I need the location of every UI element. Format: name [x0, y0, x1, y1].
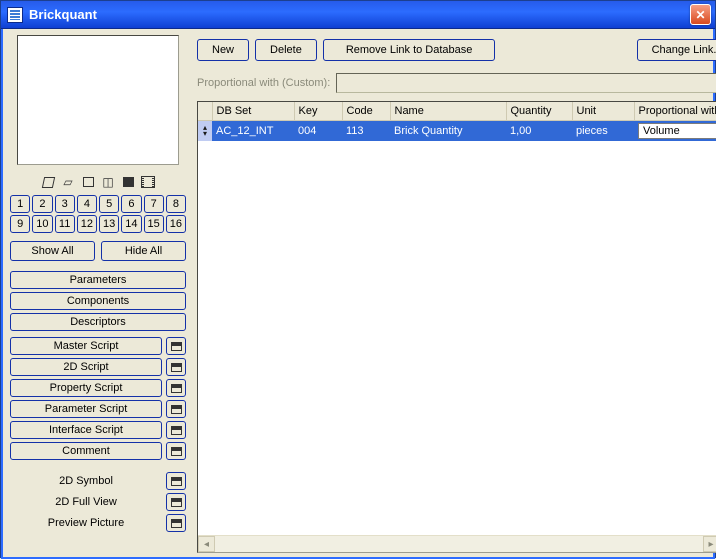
2d-script-button[interactable]: 2D Script [10, 358, 162, 376]
preview-picture-label: Preview Picture [10, 515, 162, 531]
window-icon [171, 426, 182, 435]
new-button[interactable]: New [197, 39, 249, 61]
proportional-field[interactable] [336, 73, 716, 93]
2d-script-window-button[interactable] [166, 358, 186, 376]
cell-quantity: 1,00 [506, 121, 572, 142]
2d-full-view-window-button[interactable] [166, 493, 186, 511]
preview-picture-window-button[interactable] [166, 514, 186, 532]
col-quantity[interactable]: Quantity [506, 102, 572, 121]
table-row[interactable]: ▴▾ AC_12_INT 004 113 Brick Quantity 1,00… [198, 121, 716, 142]
descriptors-button[interactable]: Descriptors [10, 313, 186, 331]
view-side-icon[interactable]: ▱ [61, 175, 75, 189]
window-icon [171, 498, 182, 507]
parameter-script-button[interactable]: Parameter Script [10, 400, 162, 418]
table-header: DB Set Key Code Name Quantity Unit Propo… [198, 102, 716, 121]
show-all-button[interactable]: Show All [10, 241, 95, 261]
layer-btn-7[interactable]: 7 [144, 195, 164, 213]
client-area: ▱ ◫ 1 2 3 4 5 6 7 8 9 10 11 12 13 14 15 … [1, 29, 715, 559]
hide-all-button[interactable]: Hide All [101, 241, 186, 261]
col-code[interactable]: Code [342, 102, 390, 121]
proportional-label: Proportional with (Custom): [197, 77, 330, 89]
parameters-button[interactable]: Parameters [10, 271, 186, 289]
cell-prop: Volume [634, 121, 716, 142]
delete-button[interactable]: Delete [255, 39, 317, 61]
window-icon [171, 342, 182, 351]
comment-window-button[interactable] [166, 442, 186, 460]
layer-btn-4[interactable]: 4 [77, 195, 97, 213]
layer-btn-11[interactable]: 11 [55, 215, 75, 233]
col-key[interactable]: Key [294, 102, 342, 121]
col-prop[interactable]: Proportional with [634, 102, 716, 121]
view-3d-icon[interactable]: ◫ [101, 175, 115, 189]
main-panel: New Delete Remove Link to Database Chang… [195, 33, 716, 553]
layer-buttons-row1: 1 2 3 4 5 6 7 8 9 10 11 12 13 14 15 16 [7, 195, 189, 233]
view-render-icon[interactable] [121, 175, 135, 189]
col-dbset[interactable]: DB Set [212, 102, 294, 121]
view-screen-icon[interactable] [81, 175, 95, 189]
components-button[interactable]: Components [10, 292, 186, 310]
row-grip[interactable]: ▴▾ [198, 121, 212, 142]
scroll-track[interactable] [215, 536, 703, 552]
property-script-button[interactable]: Property Script [10, 379, 162, 397]
window-title: Brickquant [29, 7, 690, 22]
master-script-window-button[interactable] [166, 337, 186, 355]
side-panel: ▱ ◫ 1 2 3 4 5 6 7 8 9 10 11 12 13 14 15 … [7, 33, 189, 553]
change-link-button[interactable]: Change Link... [637, 39, 716, 61]
layer-btn-15[interactable]: 15 [144, 215, 164, 233]
cell-key: 004 [294, 121, 342, 142]
horizontal-scrollbar[interactable]: ◂ ▸ [198, 535, 716, 552]
titlebar: Brickquant ✕ [1, 1, 715, 29]
master-script-button[interactable]: Master Script [10, 337, 162, 355]
window-icon [171, 477, 182, 486]
layer-btn-3[interactable]: 3 [55, 195, 75, 213]
layer-btn-2[interactable]: 2 [32, 195, 52, 213]
layer-btn-6[interactable]: 6 [121, 195, 141, 213]
2d-symbol-window-button[interactable] [166, 472, 186, 490]
col-unit[interactable]: Unit [572, 102, 634, 121]
comment-button[interactable]: Comment [10, 442, 162, 460]
remove-link-button[interactable]: Remove Link to Database [323, 39, 496, 61]
preview-box [17, 35, 179, 165]
window-icon [171, 405, 182, 414]
layer-btn-13[interactable]: 13 [99, 215, 119, 233]
interface-script-button[interactable]: Interface Script [10, 421, 162, 439]
proportional-combo[interactable]: Volume [638, 123, 716, 139]
col-name[interactable]: Name [390, 102, 506, 121]
layer-btn-1[interactable]: 1 [10, 195, 30, 213]
proportional-row: Proportional with (Custom): [195, 67, 716, 93]
cell-name: Brick Quantity [390, 121, 506, 142]
layer-btn-8[interactable]: 8 [166, 195, 186, 213]
action-toolbar: New Delete Remove Link to Database Chang… [195, 33, 716, 61]
layer-btn-12[interactable]: 12 [77, 215, 97, 233]
window-icon [171, 447, 182, 456]
layer-btn-5[interactable]: 5 [99, 195, 119, 213]
layer-btn-9[interactable]: 9 [10, 215, 30, 233]
view-mode-toolbar: ▱ ◫ [7, 171, 189, 191]
data-table: DB Set Key Code Name Quantity Unit Propo… [197, 101, 716, 553]
window-icon [171, 384, 182, 393]
parameter-script-window-button[interactable] [166, 400, 186, 418]
interface-script-window-button[interactable] [166, 421, 186, 439]
layer-btn-16[interactable]: 16 [166, 215, 186, 233]
scroll-left-button[interactable]: ◂ [198, 536, 215, 552]
2d-full-view-label: 2D Full View [10, 494, 162, 510]
cell-code: 113 [342, 121, 390, 142]
view-film-icon[interactable] [141, 175, 155, 189]
scroll-right-button[interactable]: ▸ [703, 536, 716, 552]
close-button[interactable]: ✕ [690, 4, 711, 25]
view-front-icon[interactable] [41, 175, 55, 189]
window-icon [171, 519, 182, 528]
layer-btn-14[interactable]: 14 [121, 215, 141, 233]
2d-symbol-label: 2D Symbol [10, 473, 162, 489]
cell-unit: pieces [572, 121, 634, 142]
window-icon [171, 363, 182, 372]
proportional-combo-value: Volume [639, 125, 716, 137]
cell-dbset: AC_12_INT [212, 121, 294, 142]
property-script-window-button[interactable] [166, 379, 186, 397]
app-icon [7, 7, 23, 23]
layer-btn-10[interactable]: 10 [32, 215, 52, 233]
col-handle[interactable] [198, 102, 212, 121]
